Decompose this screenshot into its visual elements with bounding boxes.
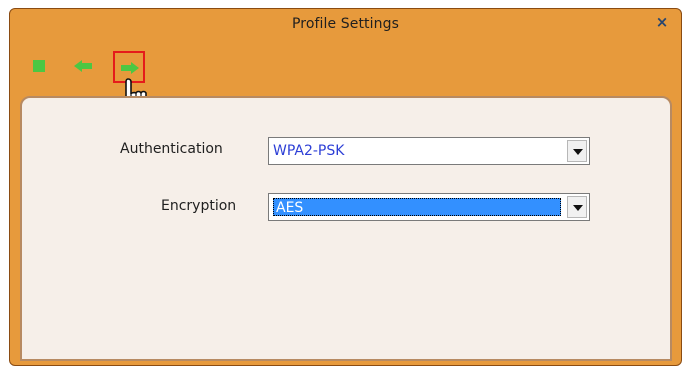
authentication-label: Authentication <box>120 141 223 157</box>
back-arrow-icon <box>74 60 92 72</box>
next-arrow-icon <box>121 62 139 74</box>
encryption-select[interactable]: AES <box>268 193 590 221</box>
chevron-down-icon[interactable] <box>567 196 587 218</box>
profile-toolbar <box>24 51 164 83</box>
title-bar: Profile Settings × <box>10 9 681 37</box>
stop-button[interactable] <box>24 51 56 83</box>
close-button[interactable]: × <box>655 15 669 30</box>
encryption-label: Encryption <box>161 198 237 214</box>
authentication-select[interactable]: WPA2-PSK <box>268 137 590 165</box>
profile-settings-window: Profile Settings × Authentication WPA2-P… <box>9 8 682 366</box>
window-title: Profile Settings <box>291 16 399 32</box>
settings-panel <box>20 96 672 361</box>
encryption-value: AES <box>273 198 561 216</box>
chevron-down-icon[interactable] <box>567 140 587 162</box>
next-button[interactable] <box>113 51 145 83</box>
stop-icon <box>33 60 45 72</box>
back-button[interactable] <box>68 51 100 83</box>
authentication-value: WPA2-PSK <box>273 143 345 159</box>
